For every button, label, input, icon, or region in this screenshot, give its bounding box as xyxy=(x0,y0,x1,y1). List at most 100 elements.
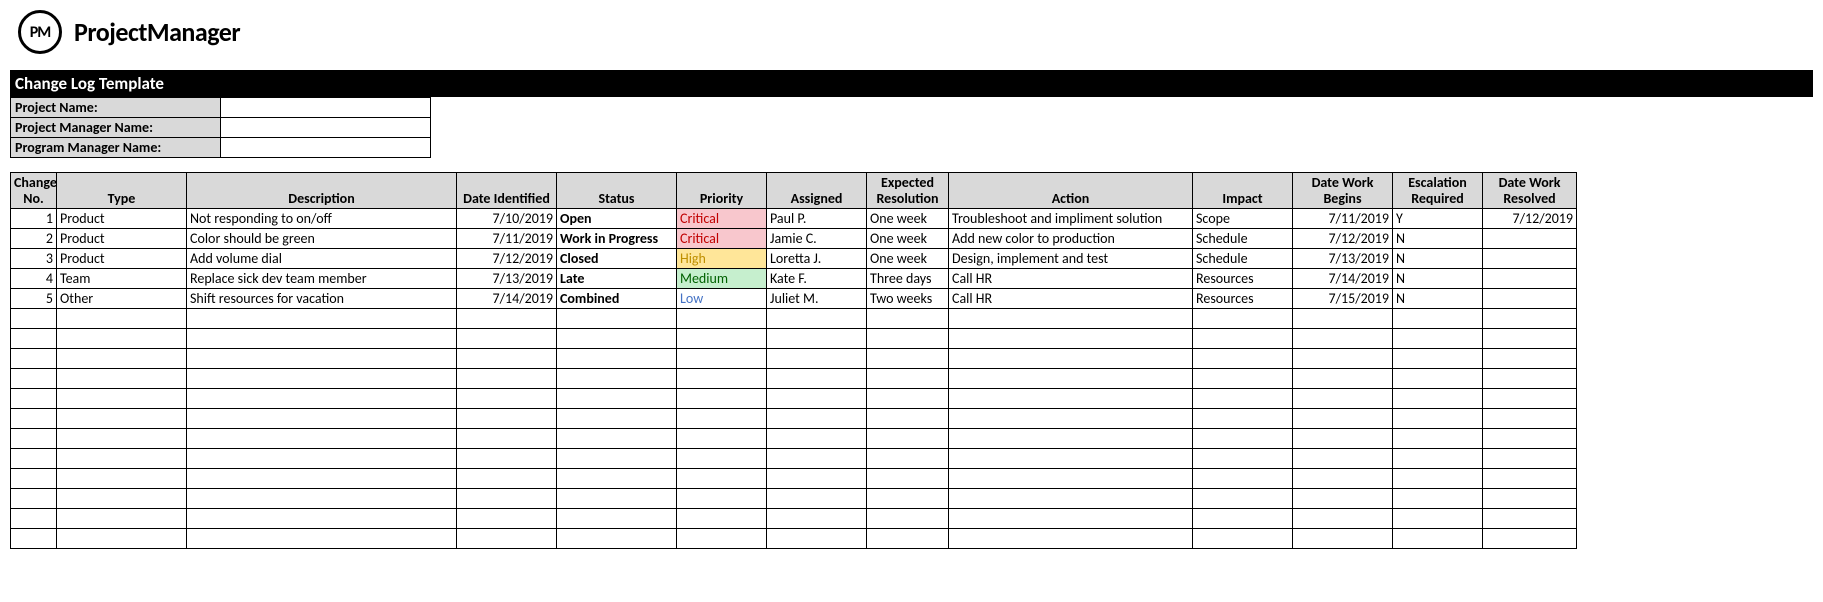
empty-cell[interactable] xyxy=(187,469,457,489)
cell-date-identified[interactable]: 7/13/2019 xyxy=(457,269,557,289)
empty-cell[interactable] xyxy=(1193,489,1293,509)
empty-cell[interactable] xyxy=(867,509,949,529)
empty-cell[interactable] xyxy=(767,529,867,549)
cell-status[interactable]: Combined xyxy=(557,289,677,309)
empty-cell[interactable] xyxy=(1293,309,1393,329)
cell-date-identified[interactable]: 7/12/2019 xyxy=(457,249,557,269)
empty-cell[interactable] xyxy=(187,429,457,449)
cell-no[interactable]: 3 xyxy=(11,249,57,269)
cell-impact[interactable]: Schedule xyxy=(1193,229,1293,249)
empty-cell[interactable] xyxy=(767,389,867,409)
empty-cell[interactable] xyxy=(11,349,57,369)
cell-expected-resolution[interactable]: Three days xyxy=(867,269,949,289)
empty-cell[interactable] xyxy=(11,409,57,429)
project-manager-value[interactable] xyxy=(221,118,431,138)
empty-cell[interactable] xyxy=(557,429,677,449)
empty-cell[interactable] xyxy=(1483,309,1577,329)
empty-cell[interactable] xyxy=(57,509,187,529)
empty-cell[interactable] xyxy=(677,329,767,349)
empty-cell[interactable] xyxy=(11,309,57,329)
cell-priority[interactable]: Low xyxy=(677,289,767,309)
cell-action[interactable]: Add new color to production xyxy=(949,229,1193,249)
empty-cell[interactable] xyxy=(57,409,187,429)
empty-cell[interactable] xyxy=(457,489,557,509)
empty-cell[interactable] xyxy=(57,429,187,449)
cell-type[interactable]: Team xyxy=(57,269,187,289)
empty-cell[interactable] xyxy=(767,329,867,349)
empty-cell[interactable] xyxy=(1393,489,1483,509)
empty-cell[interactable] xyxy=(57,489,187,509)
empty-cell[interactable] xyxy=(677,469,767,489)
empty-cell[interactable] xyxy=(1483,389,1577,409)
empty-cell[interactable] xyxy=(1393,449,1483,469)
empty-cell[interactable] xyxy=(57,449,187,469)
empty-cell[interactable] xyxy=(767,449,867,469)
empty-cell[interactable] xyxy=(187,369,457,389)
empty-cell[interactable] xyxy=(457,369,557,389)
cell-description[interactable]: Shift resources for vacation xyxy=(187,289,457,309)
empty-cell[interactable] xyxy=(1393,469,1483,489)
empty-cell[interactable] xyxy=(187,389,457,409)
empty-cell[interactable] xyxy=(1393,509,1483,529)
empty-cell[interactable] xyxy=(867,389,949,409)
empty-cell[interactable] xyxy=(557,329,677,349)
cell-action[interactable]: Troubleshoot and impliment solution xyxy=(949,209,1193,229)
empty-cell[interactable] xyxy=(1393,529,1483,549)
cell-date-work-begins[interactable]: 7/14/2019 xyxy=(1293,269,1393,289)
empty-cell[interactable] xyxy=(949,489,1193,509)
empty-cell[interactable] xyxy=(1293,429,1393,449)
empty-cell[interactable] xyxy=(949,409,1193,429)
cell-escalation-required[interactable]: Y xyxy=(1393,209,1483,229)
cell-action[interactable]: Design, implement and test xyxy=(949,249,1193,269)
empty-cell[interactable] xyxy=(677,309,767,329)
empty-cell[interactable] xyxy=(1293,489,1393,509)
cell-assigned[interactable]: Jamie C. xyxy=(767,229,867,249)
cell-action[interactable]: Call HR xyxy=(949,269,1193,289)
empty-cell[interactable] xyxy=(457,389,557,409)
empty-cell[interactable] xyxy=(57,469,187,489)
empty-cell[interactable] xyxy=(11,469,57,489)
empty-cell[interactable] xyxy=(767,349,867,369)
empty-cell[interactable] xyxy=(677,369,767,389)
cell-expected-resolution[interactable]: One week xyxy=(867,229,949,249)
empty-cell[interactable] xyxy=(1193,329,1293,349)
empty-cell[interactable] xyxy=(1393,369,1483,389)
empty-cell[interactable] xyxy=(1293,529,1393,549)
empty-cell[interactable] xyxy=(767,429,867,449)
cell-action[interactable]: Call HR xyxy=(949,289,1193,309)
empty-cell[interactable] xyxy=(1193,309,1293,329)
empty-cell[interactable] xyxy=(767,369,867,389)
cell-expected-resolution[interactable]: Two weeks xyxy=(867,289,949,309)
project-name-value[interactable] xyxy=(221,98,431,118)
empty-cell[interactable] xyxy=(1483,489,1577,509)
cell-type[interactable]: Product xyxy=(57,229,187,249)
cell-no[interactable]: 1 xyxy=(11,209,57,229)
cell-status[interactable]: Closed xyxy=(557,249,677,269)
empty-cell[interactable] xyxy=(11,509,57,529)
cell-no[interactable]: 5 xyxy=(11,289,57,309)
cell-escalation-required[interactable]: N xyxy=(1393,269,1483,289)
cell-date-work-resolved[interactable]: 7/12/2019 xyxy=(1483,209,1577,229)
cell-description[interactable]: Not responding to on/off xyxy=(187,209,457,229)
cell-impact[interactable]: Schedule xyxy=(1193,249,1293,269)
empty-cell[interactable] xyxy=(1293,509,1393,529)
empty-cell[interactable] xyxy=(1483,369,1577,389)
empty-cell[interactable] xyxy=(1293,349,1393,369)
empty-cell[interactable] xyxy=(457,329,557,349)
empty-cell[interactable] xyxy=(1193,369,1293,389)
empty-cell[interactable] xyxy=(949,389,1193,409)
empty-cell[interactable] xyxy=(457,509,557,529)
empty-cell[interactable] xyxy=(1393,309,1483,329)
empty-cell[interactable] xyxy=(57,329,187,349)
empty-cell[interactable] xyxy=(1483,509,1577,529)
empty-cell[interactable] xyxy=(1193,429,1293,449)
cell-status[interactable]: Work in Progress xyxy=(557,229,677,249)
empty-cell[interactable] xyxy=(1193,509,1293,529)
empty-cell[interactable] xyxy=(677,509,767,529)
empty-cell[interactable] xyxy=(57,529,187,549)
cell-type[interactable]: Product xyxy=(57,249,187,269)
empty-cell[interactable] xyxy=(677,429,767,449)
empty-cell[interactable] xyxy=(1393,349,1483,369)
cell-assigned[interactable]: Paul P. xyxy=(767,209,867,229)
empty-cell[interactable] xyxy=(867,349,949,369)
